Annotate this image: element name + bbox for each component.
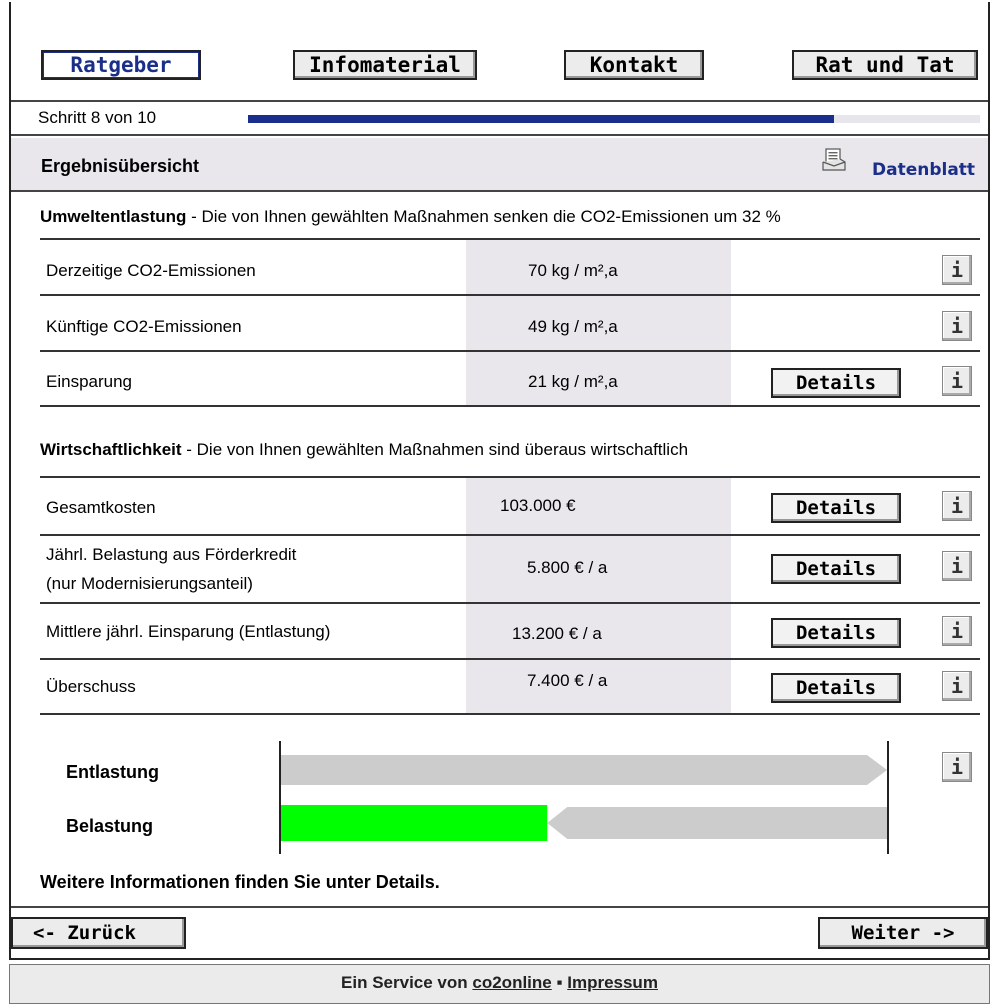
info-note: Weitere Informationen finden Sie unter D… — [40, 872, 440, 892]
divider — [40, 713, 980, 715]
entlastung-label: Entlastung — [66, 762, 159, 782]
details-button[interactable]: Details — [771, 673, 901, 703]
back-button[interactable]: <- Zurück — [11, 917, 186, 949]
row-value: 13.200 € / a — [512, 624, 602, 643]
progress-track — [248, 115, 980, 123]
row-label: Derzeitige CO2-Emissionen — [46, 261, 256, 280]
row-label: Mittlere jährl. Einsparung (Entlastung) — [46, 622, 331, 641]
row-value: 70 kg / m²,a — [528, 261, 618, 280]
row-label-secondary: (nur Modernisierungsanteil) — [46, 574, 253, 593]
datenblatt-link[interactable]: Datenblatt — [872, 160, 975, 180]
row-label: Einsparung — [46, 372, 133, 391]
wirtschaft-title: Wirtschaftlichkeit — [40, 440, 182, 459]
umwelt-heading: Umweltentlastung - Die von Ihnen gewählt… — [40, 207, 781, 227]
belastung-label: Belastung — [66, 816, 154, 836]
step-indicator: Schritt 8 von 10 — [38, 108, 157, 127]
impressum-link[interactable]: Impressum — [567, 973, 658, 992]
page-title: Ergebnisübersicht — [41, 156, 200, 176]
row-label: Überschuss — [46, 677, 136, 696]
footer: Ein Service von co2online ▪ Impressum — [9, 964, 990, 1004]
co2online-link[interactable]: co2online — [472, 973, 551, 992]
footer-separator: ▪ — [551, 973, 568, 992]
info-button[interactable]: i — [942, 671, 972, 701]
bar-axis-right — [887, 741, 889, 854]
nav-infomaterial-button[interactable]: Infomaterial — [293, 50, 477, 80]
row-label: Gesamtkosten — [46, 498, 156, 517]
wirtschaft-description: - Die von Ihnen gewählten Maßnahmen sind… — [181, 440, 689, 459]
next-button[interactable]: Weiter -> — [818, 917, 988, 949]
nav-ratgeber-button[interactable]: Ratgeber — [41, 50, 201, 80]
wirtschaft-heading: Wirtschaftlichkeit - Die von Ihnen gewäh… — [40, 440, 688, 460]
progress-fill — [248, 115, 834, 123]
row-value: 49 kg / m²,a — [528, 317, 618, 336]
nav-kontakt-button[interactable]: Kontakt — [564, 50, 704, 80]
info-button[interactable]: i — [942, 366, 972, 396]
entlastung-bar — [281, 755, 887, 785]
footer-prefix: Ein Service von — [341, 973, 473, 992]
details-button[interactable]: Details — [771, 554, 901, 584]
results-header: Ergebnisübersicht Datenblatt — [11, 138, 988, 192]
info-button[interactable]: i — [942, 551, 972, 581]
belastung-bar — [281, 805, 548, 841]
info-button[interactable]: i — [942, 311, 972, 341]
umwelt-description: - Die von Ihnen gewählten Maßnahmen senk… — [186, 207, 781, 226]
row-label: Künftige CO2-Emissionen — [46, 317, 242, 336]
row-value: 21 kg / m²,a — [528, 372, 618, 391]
details-button[interactable]: Details — [771, 618, 901, 648]
details-button[interactable]: Details — [771, 493, 901, 523]
details-button[interactable]: Details — [771, 368, 901, 398]
info-button[interactable]: i — [942, 491, 972, 521]
info-button[interactable]: i — [942, 752, 972, 782]
surplus-arrow — [547, 807, 887, 839]
row-value: 103.000 € — [500, 496, 576, 515]
document-icon[interactable] — [822, 148, 846, 172]
info-button[interactable]: i — [942, 616, 972, 646]
divider — [11, 906, 988, 908]
row-value: 7.400 € / a — [527, 671, 608, 690]
divider — [40, 405, 980, 407]
row-label: Jährl. Belastung aus Förderkredit — [46, 545, 297, 564]
row-value: 5.800 € / a — [527, 558, 608, 577]
info-button[interactable]: i — [942, 255, 972, 285]
balance-chart — [281, 755, 887, 841]
umwelt-title: Umweltentlastung — [40, 207, 187, 226]
nav-rat-und-tat-button[interactable]: Rat und Tat — [792, 50, 978, 80]
